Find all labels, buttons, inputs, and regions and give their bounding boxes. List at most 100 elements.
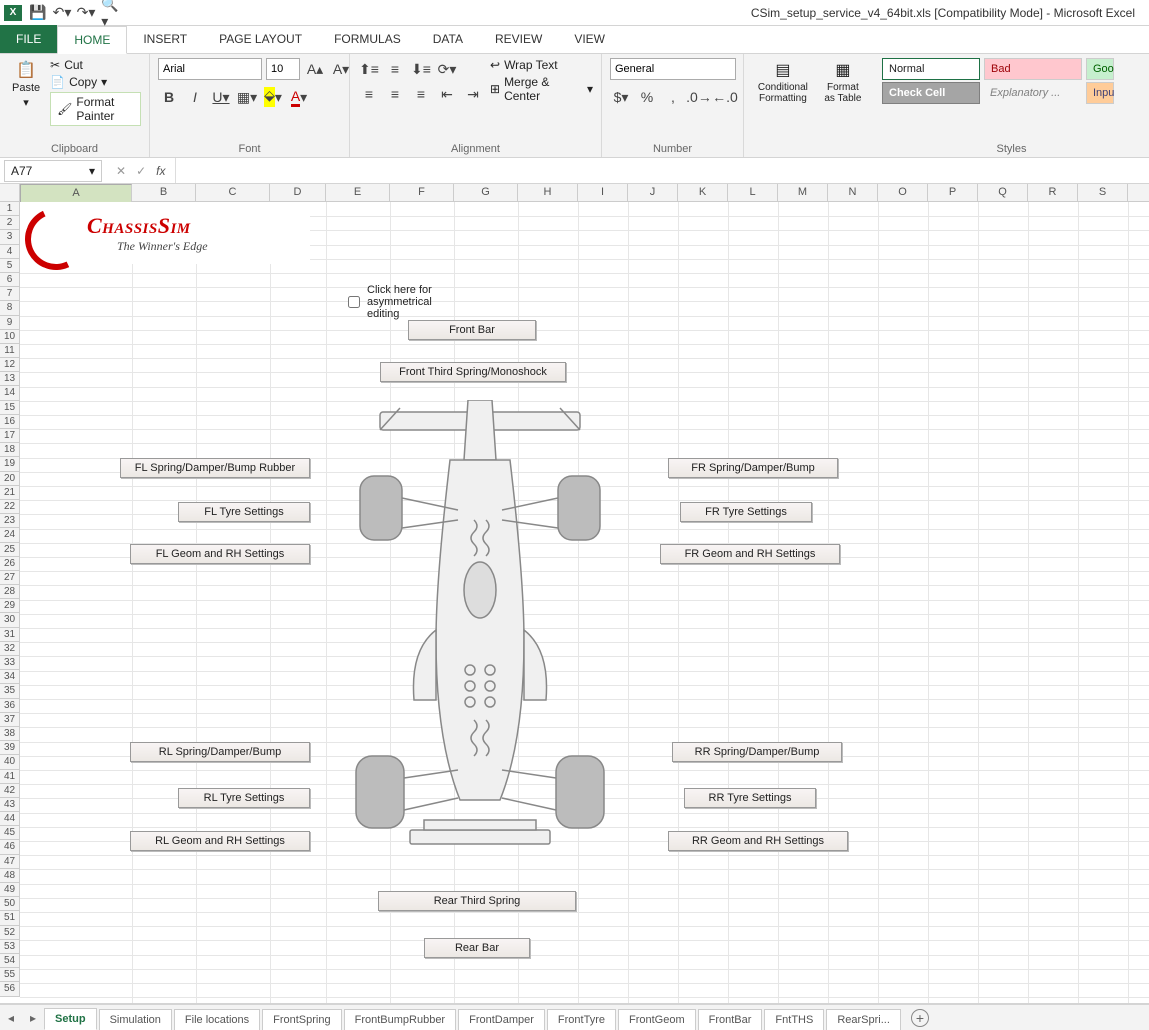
fr-tyre-button[interactable]: FR Tyre Settings — [680, 502, 812, 522]
row-header-35[interactable]: 35 — [0, 684, 19, 698]
sheet-nav-next[interactable]: ▸ — [22, 1011, 44, 1025]
row-header-11[interactable]: 11 — [0, 344, 19, 358]
col-header-N[interactable]: N — [828, 184, 878, 201]
row-header-2[interactable]: 2 — [0, 216, 19, 230]
fx-icon[interactable]: fx — [156, 164, 165, 178]
merge-center-button[interactable]: ⊞Merge & Center▾ — [490, 75, 593, 103]
row-header-32[interactable]: 32 — [0, 642, 19, 656]
redo-icon[interactable]: ↷▾ — [78, 5, 94, 21]
tab-data[interactable]: DATA — [417, 25, 479, 53]
sheet-tab-fronttyre[interactable]: FrontTyre — [547, 1009, 616, 1030]
row-header-41[interactable]: 41 — [0, 770, 19, 784]
row-header-23[interactable]: 23 — [0, 514, 19, 528]
increase-indent-icon[interactable]: ⇥ — [462, 83, 484, 105]
row-header-29[interactable]: 29 — [0, 599, 19, 613]
border-button[interactable]: ▦▾ — [236, 86, 258, 108]
front-bar-button[interactable]: Front Bar — [408, 320, 536, 340]
row-header-34[interactable]: 34 — [0, 670, 19, 684]
row-header-46[interactable]: 46 — [0, 840, 19, 854]
row-header-39[interactable]: 39 — [0, 741, 19, 755]
style-good[interactable]: Goo — [1086, 58, 1114, 80]
row-header-51[interactable]: 51 — [0, 911, 19, 925]
format-painter-button[interactable]: 🖌Format Painter — [50, 92, 141, 126]
rr-spring-button[interactable]: RR Spring/Damper/Bump — [672, 742, 842, 762]
increase-font-icon[interactable]: A▴ — [304, 58, 326, 80]
row-header-38[interactable]: 38 — [0, 727, 19, 741]
row-header-54[interactable]: 54 — [0, 954, 19, 968]
row-header-7[interactable]: 7 — [0, 287, 19, 301]
rl-geom-button[interactable]: RL Geom and RH Settings — [130, 831, 310, 851]
percent-icon[interactable]: % — [636, 86, 658, 108]
sheet-tab-frontbumprubber[interactable]: FrontBumpRubber — [344, 1009, 457, 1030]
row-header-31[interactable]: 31 — [0, 628, 19, 642]
rear-third-spring-button[interactable]: Rear Third Spring — [378, 891, 576, 911]
tab-review[interactable]: REVIEW — [479, 25, 558, 53]
row-header-13[interactable]: 13 — [0, 372, 19, 386]
row-header-33[interactable]: 33 — [0, 656, 19, 670]
col-header-K[interactable]: K — [678, 184, 728, 201]
align-middle-icon[interactable]: ≡ — [384, 58, 406, 80]
col-header-E[interactable]: E — [326, 184, 390, 201]
rl-spring-button[interactable]: RL Spring/Damper/Bump — [130, 742, 310, 762]
sheet-tab-setup[interactable]: Setup — [44, 1008, 97, 1030]
align-left-icon[interactable]: ≡ — [358, 83, 380, 105]
align-right-icon[interactable]: ≡ — [410, 83, 432, 105]
increase-decimal-icon[interactable]: .0→ — [688, 86, 710, 108]
style-normal[interactable]: Normal — [882, 58, 980, 80]
row-header-15[interactable]: 15 — [0, 401, 19, 415]
tab-file[interactable]: FILE — [0, 25, 57, 53]
align-bottom-icon[interactable]: ⬇≡ — [410, 58, 432, 80]
print-preview-icon[interactable]: 🔍▾ — [102, 5, 118, 21]
sheet-tab-file-locations[interactable]: File locations — [174, 1009, 260, 1030]
row-header-48[interactable]: 48 — [0, 869, 19, 883]
tab-view[interactable]: VIEW — [558, 25, 621, 53]
rl-tyre-button[interactable]: RL Tyre Settings — [178, 788, 310, 808]
align-center-icon[interactable]: ≡ — [384, 83, 406, 105]
select-all-corner[interactable] — [0, 184, 20, 201]
sheet-tab-frontbar[interactable]: FrontBar — [698, 1009, 763, 1030]
row-header-43[interactable]: 43 — [0, 798, 19, 812]
col-header-F[interactable]: F — [390, 184, 454, 201]
format-as-table-button[interactable]: ▦ Format as Table — [820, 58, 866, 106]
row-header-40[interactable]: 40 — [0, 755, 19, 769]
col-header-C[interactable]: C — [196, 184, 270, 201]
col-header-B[interactable]: B — [132, 184, 196, 201]
row-header-53[interactable]: 53 — [0, 940, 19, 954]
col-header-O[interactable]: O — [878, 184, 928, 201]
checkbox-input[interactable] — [348, 296, 360, 308]
sheet-tab-simulation[interactable]: Simulation — [99, 1009, 172, 1030]
row-header-37[interactable]: 37 — [0, 713, 19, 727]
name-box[interactable]: A77▾ — [4, 160, 102, 182]
save-icon[interactable]: 💾 — [30, 5, 46, 21]
row-header-1[interactable]: 1 — [0, 202, 19, 216]
fl-tyre-button[interactable]: FL Tyre Settings — [178, 502, 310, 522]
row-header-55[interactable]: 55 — [0, 968, 19, 982]
orientation-icon[interactable]: ⟳▾ — [436, 58, 458, 80]
sheet-tab-rearspri-[interactable]: RearSpri... — [826, 1009, 901, 1030]
row-header-24[interactable]: 24 — [0, 528, 19, 542]
tab-formulas[interactable]: FORMULAS — [318, 25, 417, 53]
row-header-14[interactable]: 14 — [0, 386, 19, 400]
row-header-20[interactable]: 20 — [0, 472, 19, 486]
row-header-19[interactable]: 19 — [0, 457, 19, 471]
row-header-44[interactable]: 44 — [0, 812, 19, 826]
row-header-5[interactable]: 5 — [0, 259, 19, 273]
sheet-nav-first[interactable]: ◂ — [0, 1011, 22, 1025]
asymmetrical-editing-checkbox[interactable]: Click here for asymmetrical editing — [344, 284, 432, 320]
fr-geom-button[interactable]: FR Geom and RH Settings — [660, 544, 840, 564]
row-header-27[interactable]: 27 — [0, 571, 19, 585]
font-name-select[interactable] — [158, 58, 262, 80]
row-header-26[interactable]: 26 — [0, 557, 19, 571]
style-input[interactable]: Inpu — [1086, 82, 1114, 104]
enter-icon[interactable]: ✓ — [136, 164, 146, 178]
row-header-17[interactable]: 17 — [0, 429, 19, 443]
row-header-9[interactable]: 9 — [0, 316, 19, 330]
front-third-spring-button[interactable]: Front Third Spring/Monoshock — [380, 362, 566, 382]
sheet-tab-frontspring[interactable]: FrontSpring — [262, 1009, 341, 1030]
row-header-12[interactable]: 12 — [0, 358, 19, 372]
row-header-21[interactable]: 21 — [0, 486, 19, 500]
font-color-button[interactable]: A▾ — [288, 86, 310, 108]
number-format-select[interactable] — [610, 58, 736, 80]
row-header-4[interactable]: 4 — [0, 245, 19, 259]
style-explanatory[interactable]: Explanatory ... — [984, 82, 1082, 104]
